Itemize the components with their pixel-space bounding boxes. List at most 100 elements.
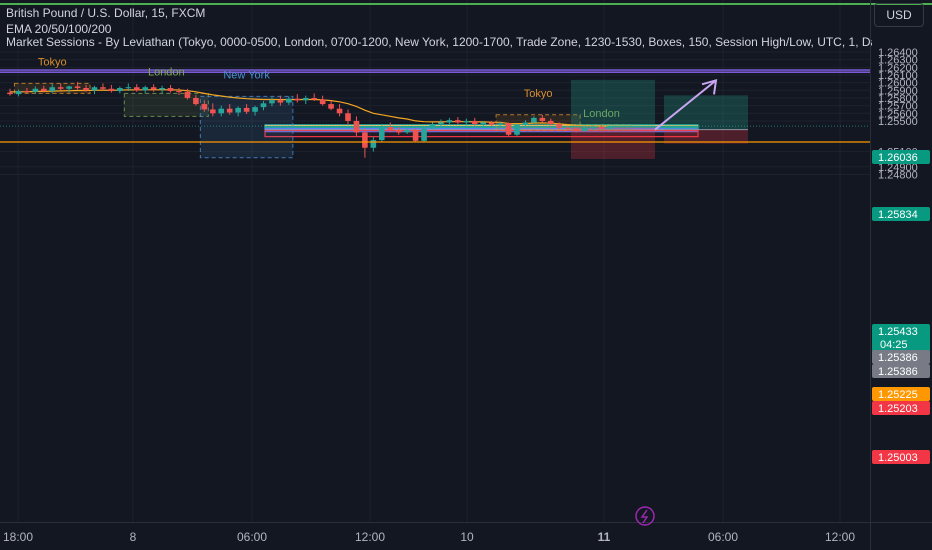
candle-body (277, 100, 284, 103)
candle-body (598, 127, 605, 129)
candle-body (142, 87, 148, 91)
candle-body (74, 86, 81, 89)
time-tick-label: 11 (598, 530, 611, 544)
candle-body (522, 122, 529, 125)
candle-body (539, 117, 546, 121)
candle-body (564, 127, 571, 129)
candle-body (463, 120, 470, 123)
candle-body (370, 140, 377, 148)
time-tick-label: 06:00 (708, 530, 738, 544)
session-label-newyork: New York (223, 69, 270, 81)
candle-body (7, 92, 13, 95)
candle-body (362, 132, 368, 148)
candle-body (125, 87, 132, 89)
candle-body (387, 127, 394, 131)
candle-body (57, 87, 64, 89)
position-stop-zone (571, 127, 655, 160)
candle-body (421, 128, 427, 141)
candle-body (455, 120, 461, 123)
candle-body (379, 127, 385, 141)
price-label-text: 1.25003 (878, 452, 918, 464)
candle-body (193, 97, 199, 105)
candle-body (412, 130, 419, 141)
price-tick-label: 1.24800 (878, 170, 918, 182)
candle-body (345, 113, 351, 121)
symbol-title: British Pound / U.S. Dollar, 15, FXCM (6, 6, 206, 20)
candle-body (260, 103, 267, 108)
price-axis[interactable]: 1.264001.263001.262001.261001.260001.259… (872, 47, 930, 464)
candle-body (319, 99, 326, 105)
candle-body (167, 88, 174, 92)
candle-body (480, 122, 486, 125)
candle-body (438, 122, 444, 125)
ema-indicator-label[interactable]: EMA 20/50/100/200 (6, 22, 111, 36)
price-tick-label: 1.25500 (878, 116, 918, 128)
candle-body (235, 107, 241, 113)
time-tick-label: 12:00 (825, 530, 855, 544)
candle-body (108, 88, 115, 92)
candle-body (150, 87, 157, 90)
lightning-icon-bolt (640, 509, 649, 524)
candle-body (252, 107, 258, 112)
candle-body (488, 122, 495, 125)
sessions-indicator-label[interactable]: Market Sessions - By Leviathan (Tokyo, 0… (6, 35, 872, 49)
time-tick-label: 12:00 (355, 530, 385, 544)
candle-body (117, 88, 123, 92)
candle-body (471, 120, 478, 125)
candle-body (531, 117, 537, 123)
candle-body (176, 91, 182, 93)
time-tick-label: 8 (130, 530, 137, 544)
candle-body (100, 87, 106, 89)
candle-body (395, 130, 402, 133)
position-tools[interactable] (571, 79, 748, 160)
candle-body (294, 98, 301, 101)
candle-body (328, 104, 334, 109)
currency-button[interactable]: USD (874, 3, 924, 27)
candle-body (302, 97, 309, 101)
price-label-text: 1.25203 (878, 403, 918, 415)
candle-body (15, 91, 22, 95)
candle-body (548, 120, 554, 125)
candle-body (269, 100, 275, 104)
candle-body (497, 123, 503, 125)
candle-body (243, 107, 250, 112)
candle-body (91, 87, 98, 91)
time-tick-label: 18:00 (3, 530, 33, 544)
time-tick-label: 06:00 (237, 530, 267, 544)
candle-body (404, 130, 410, 133)
candle-body (581, 127, 588, 131)
candle-body (184, 91, 191, 98)
candle-body (24, 91, 30, 93)
candle-body (218, 108, 225, 114)
time-tick-label: 10 (460, 530, 474, 544)
candle-body (226, 108, 233, 113)
price-label-text: 1.25386 (878, 352, 918, 364)
session-label-tokyo: Tokyo (524, 88, 553, 100)
price-label-text: 1.25386 (878, 366, 918, 378)
candle-body (201, 104, 208, 110)
price-chart[interactable]: TokyoLondonNew YorkTokyoLondon 1.264001.… (0, 0, 932, 550)
candle-body (573, 128, 579, 131)
candle-body (41, 88, 47, 92)
candle-body (505, 123, 512, 135)
candle-body (590, 127, 596, 129)
price-label-text: 1.25433 (878, 326, 918, 338)
candle-body (210, 109, 216, 114)
candle-body (446, 120, 453, 123)
candle-body (133, 87, 140, 91)
countdown-text: 04:25 (880, 339, 908, 351)
price-label-text: 1.25225 (878, 389, 918, 401)
price-label-text: 1.25834 (878, 209, 918, 221)
candle-body (49, 87, 56, 92)
price-label-text: 1.26036 (878, 152, 918, 164)
position-target-zone (571, 79, 655, 128)
candle-body (311, 97, 317, 100)
chart-grid (0, 0, 932, 550)
time-axis[interactable]: 18:00 8 06:00 12:00 10 11 06:00 12:00 (3, 530, 855, 544)
candle-body (66, 86, 72, 89)
candle-body (159, 88, 165, 90)
candle-body (353, 120, 360, 133)
session-label-tokyo: Tokyo (38, 56, 67, 68)
candle-body (32, 88, 39, 92)
session-label-london: London (148, 66, 185, 78)
